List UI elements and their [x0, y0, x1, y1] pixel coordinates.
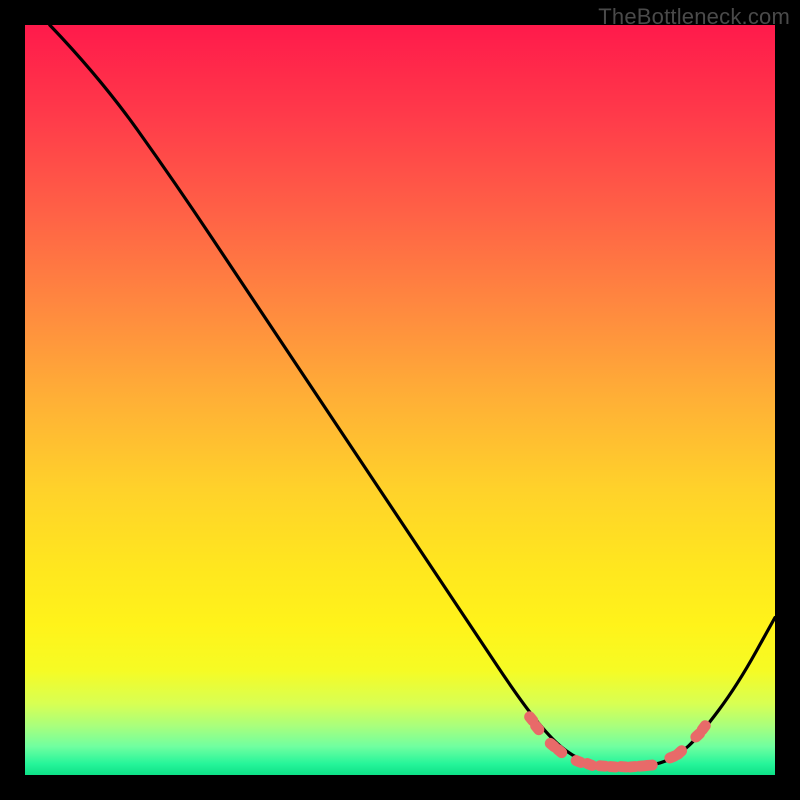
chart-frame: TheBottleneck.com — [0, 0, 800, 800]
marker-layer — [25, 25, 775, 775]
watermark-text: TheBottleneck.com — [598, 4, 790, 30]
plot-area — [25, 25, 775, 775]
